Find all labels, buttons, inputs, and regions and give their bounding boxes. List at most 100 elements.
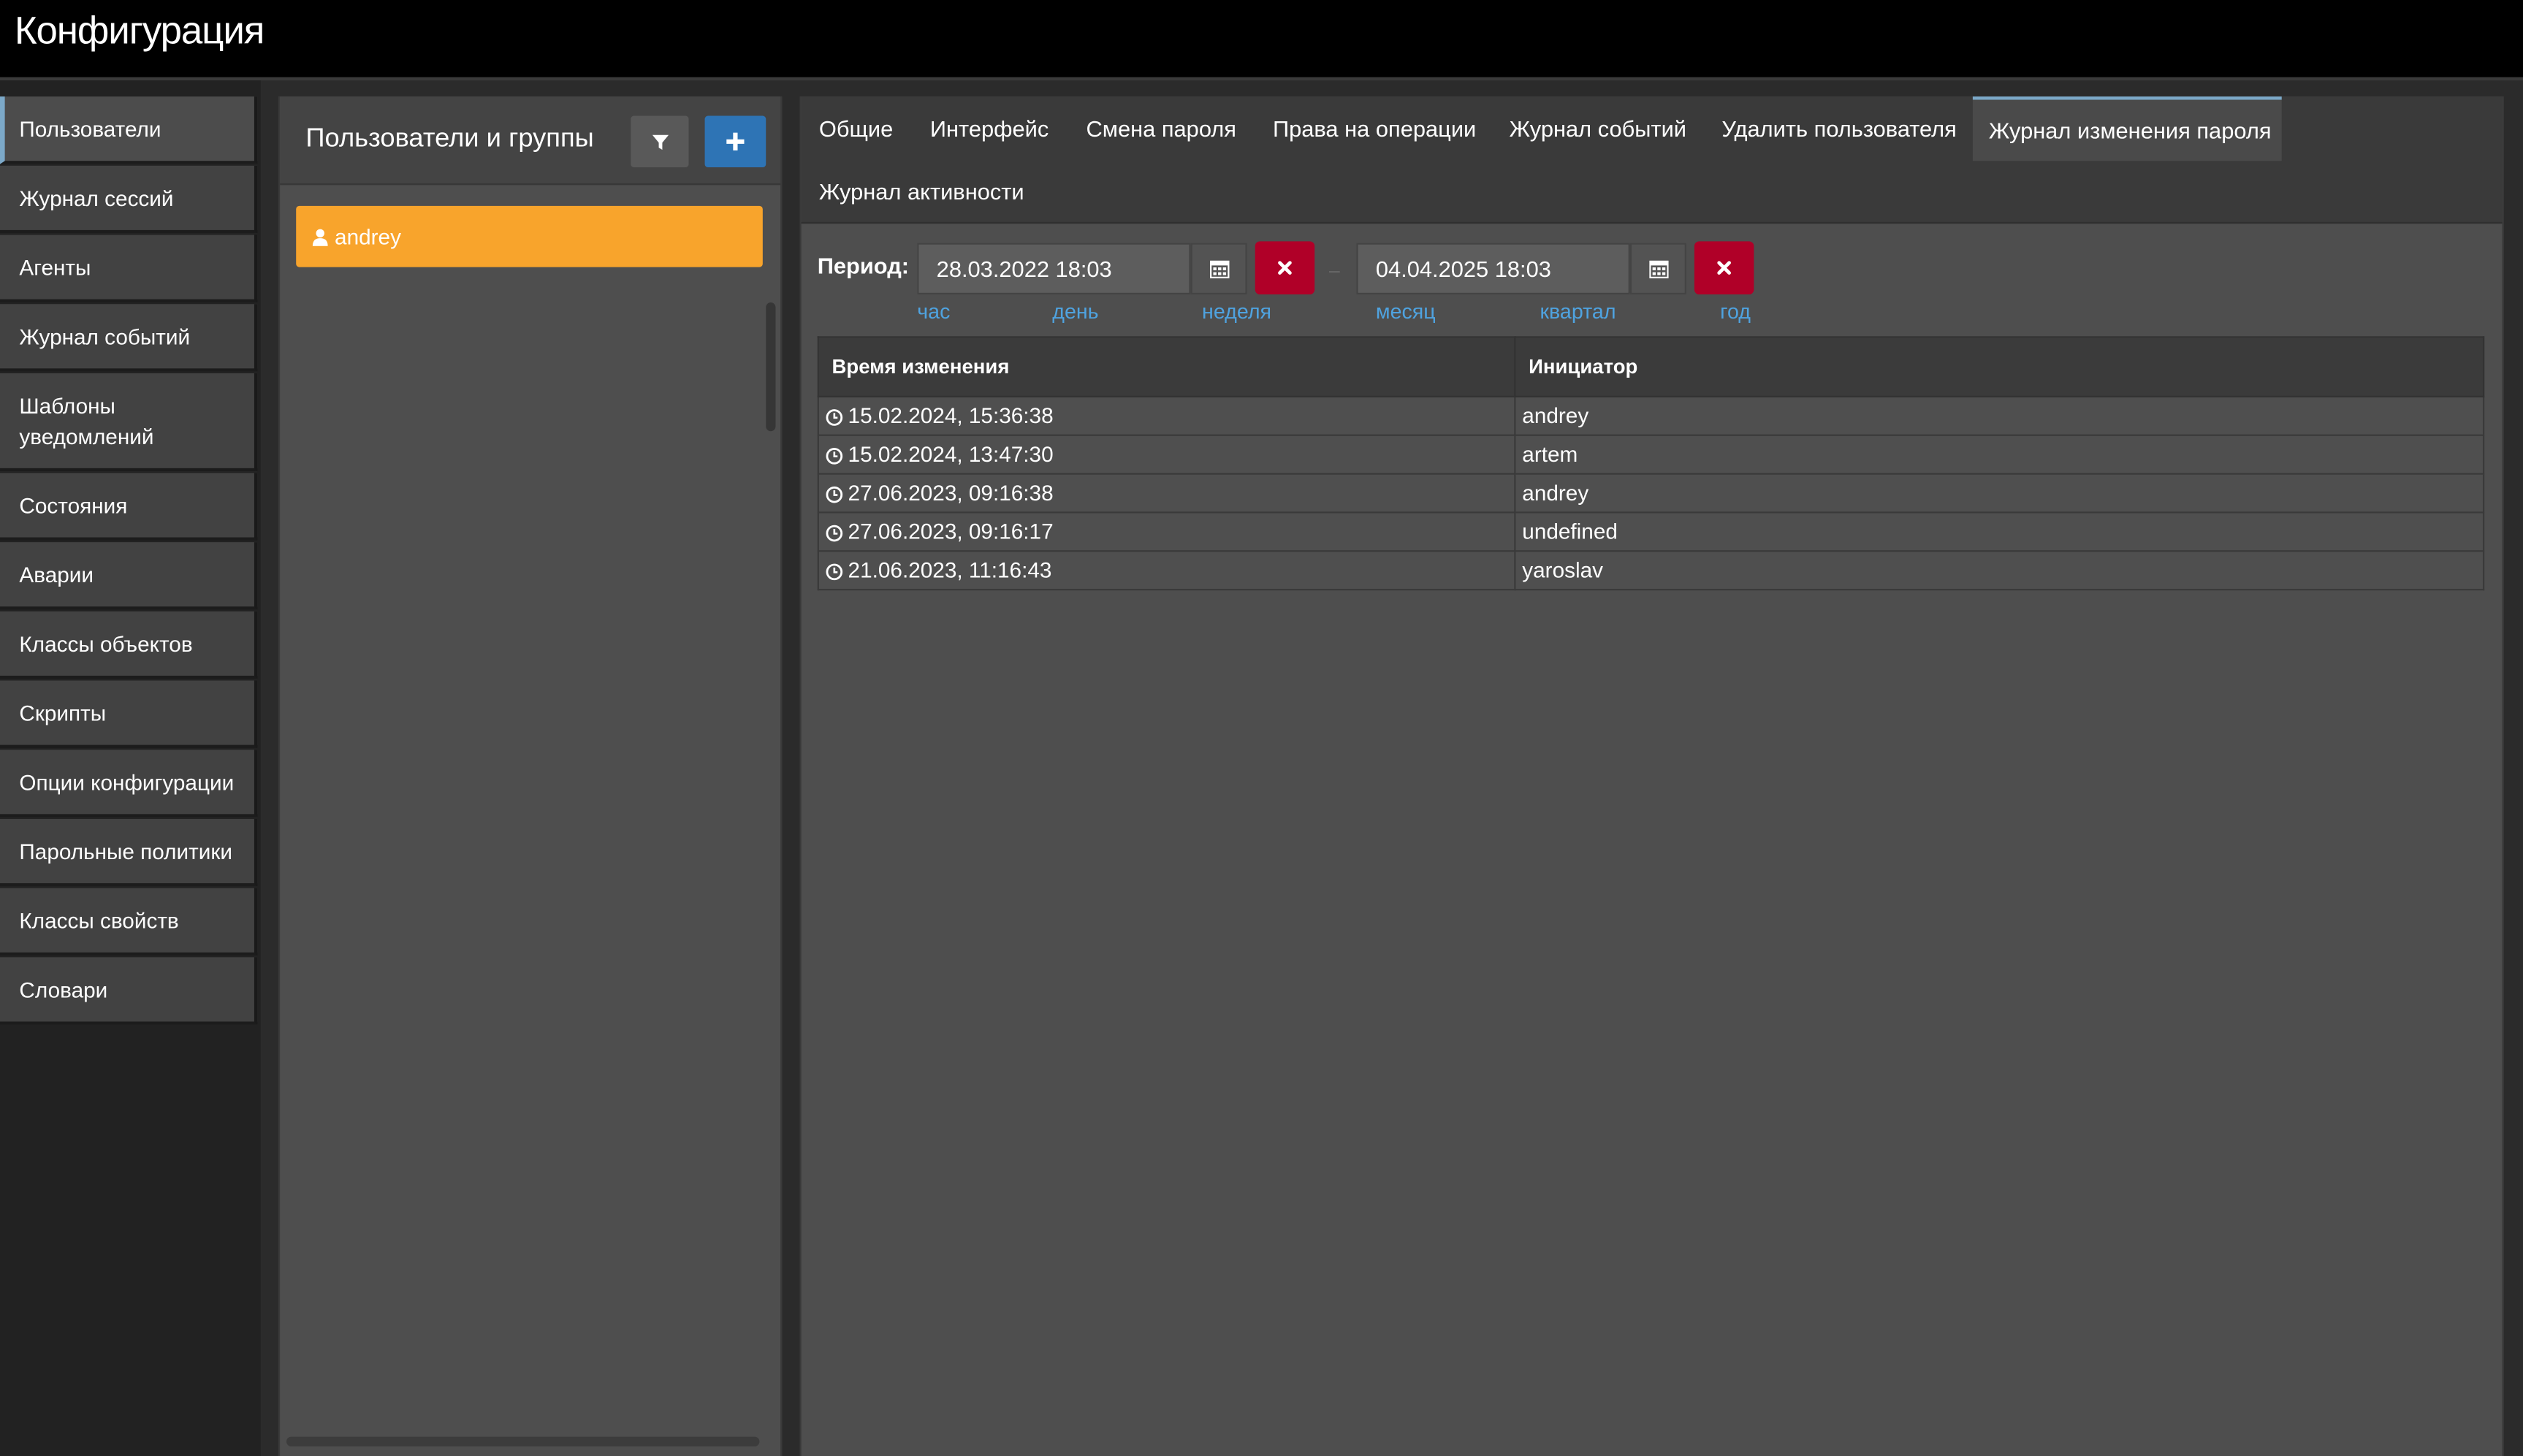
sidebar-item-password-policies[interactable]: Парольные политики <box>0 818 258 887</box>
clock-icon <box>826 448 843 465</box>
close-icon <box>1717 261 1731 275</box>
filter-icon <box>651 134 669 149</box>
tab-operation-rights[interactable]: Права на операции <box>1257 96 1492 161</box>
sidebar-item-label: Аварии <box>19 562 94 587</box>
date-from-input[interactable]: 28.03.2022 18:03 <box>917 243 1191 295</box>
horizontal-scrollbar[interactable] <box>286 1436 760 1447</box>
tab-label: Интерфейс <box>929 115 1049 142</box>
user-list-item[interactable]: andrey <box>296 205 763 267</box>
sidebar-item-label: Скрипты <box>19 701 107 725</box>
date-to-input[interactable]: 04.04.2025 18:03 <box>1356 243 1630 295</box>
change-time-value: 27.06.2023, 09:16:17 <box>848 519 1054 544</box>
tab-label: Удалить пользователя <box>1721 115 1957 142</box>
sidebar-item-dictionaries[interactable]: Словари <box>0 957 258 1025</box>
sidebar-item-label: Опции конфигурации <box>19 769 235 794</box>
change-time-value: 15.02.2024, 15:36:38 <box>848 403 1054 428</box>
tab-delete-user[interactable]: Удалить пользователя <box>1705 96 1973 161</box>
quick-range-day-link[interactable]: день <box>1052 300 1098 324</box>
column-header-change-time[interactable]: Время изменения <box>817 336 1516 397</box>
sidebar-item-notification-templates[interactable]: Шаблоны уведомлений <box>0 373 258 472</box>
sidebar-item-object-classes[interactable]: Классы объектов <box>0 611 258 679</box>
table-row: 21.06.2023, 11:16:43 yaroslav <box>817 550 2485 591</box>
sidebar-item-label: Классы объектов <box>19 631 193 656</box>
quick-range-quarter-link[interactable]: квартал <box>1540 300 1616 324</box>
sidebar-item-agents[interactable]: Агенты <box>0 235 258 303</box>
quick-range-year-link[interactable]: год <box>1720 300 1751 324</box>
sidebar-item-label: Журнал сессий <box>19 186 174 210</box>
sidebar-item-label: Классы свойств <box>19 908 179 933</box>
vertical-scrollbar[interactable] <box>766 302 776 432</box>
calendar-icon <box>1209 260 1229 278</box>
tab-label: Журнал изменения пароля <box>1988 117 2272 143</box>
date-to-clear-button[interactable] <box>1694 241 1754 295</box>
tab-activity-log[interactable]: Журнал активности <box>803 159 1040 224</box>
change-time-cell: 27.06.2023, 09:16:17 <box>817 511 1516 552</box>
date-from-calendar-button[interactable] <box>1190 243 1247 295</box>
password-change-log-table: Время изменения Инициатор 15.02.2024, 15… <box>817 336 2485 591</box>
header-divider <box>0 77 2523 81</box>
close-icon <box>1278 261 1292 275</box>
change-time-cell: 21.06.2023, 11:16:43 <box>817 550 1516 591</box>
sidebar-nav: Пользователи Журнал сессий Агенты Журнал… <box>0 80 261 1456</box>
app-header: Конфигурация <box>0 0 2523 77</box>
app-title: Конфигурация <box>14 9 265 53</box>
change-time-value: 15.02.2024, 13:47:30 <box>848 442 1054 467</box>
calendar-icon <box>1648 260 1668 278</box>
clock-icon <box>826 409 843 426</box>
sidebar-item-label: Агенты <box>19 255 91 280</box>
date-from-clear-button[interactable] <box>1255 241 1315 295</box>
change-time-cell: 27.06.2023, 09:16:38 <box>817 473 1516 514</box>
tab-label: Права на операции <box>1272 115 1477 142</box>
sidebar-item-label: Пользователи <box>19 116 161 141</box>
quick-range-hour-link[interactable]: час <box>917 300 950 324</box>
sidebar-item-session-log[interactable]: Журнал сессий <box>0 165 258 234</box>
users-panel-header: Пользователи и группы <box>280 96 781 186</box>
add-user-button[interactable] <box>704 115 766 168</box>
initiator-cell: andrey <box>1514 395 2485 436</box>
table-row: 15.02.2024, 15:36:38 andrey <box>817 395 2485 436</box>
quick-range-week-link[interactable]: неделя <box>1202 300 1271 324</box>
sidebar-item-event-log[interactable]: Журнал событий <box>0 304 258 372</box>
tabs-bar: Общие Интерфейс Смена пароля Права на оп… <box>801 96 2503 224</box>
tab-event-log[interactable]: Журнал событий <box>1493 96 1702 161</box>
tab-general[interactable]: Общие <box>803 96 909 161</box>
app-root: Конфигурация Пользователи Журнал сессий … <box>0 0 2523 1456</box>
sidebar-item-scripts[interactable]: Скрипты <box>0 680 258 749</box>
user-name: andrey <box>335 224 401 249</box>
range-separator: – <box>1329 259 1340 282</box>
table-row: 27.06.2023, 09:16:17 undefined <box>817 511 2485 552</box>
change-time-cell: 15.02.2024, 15:36:38 <box>817 395 1516 436</box>
quick-range-month-link[interactable]: месяц <box>1376 300 1436 324</box>
table-row: 15.02.2024, 13:47:30 artem <box>817 434 2485 475</box>
initiator-cell: artem <box>1514 434 2485 475</box>
clock-icon <box>826 563 843 581</box>
tab-change-password[interactable]: Смена пароля <box>1070 96 1252 161</box>
filter-button[interactable] <box>631 115 689 168</box>
table-row: 27.06.2023, 09:16:38 andrey <box>817 473 2485 514</box>
tab-label: Журнал событий <box>1509 115 1687 142</box>
plus-icon <box>726 132 745 150</box>
sidebar-item-label: Журнал событий <box>19 324 191 348</box>
sidebar-item-alarms[interactable]: Аварии <box>0 542 258 610</box>
sidebar-item-config-options[interactable]: Опции конфигурации <box>0 750 258 817</box>
sidebar-item-label: Парольные политики <box>19 839 232 864</box>
sidebar-item-label: Состояния <box>19 492 128 518</box>
change-time-value: 21.06.2023, 11:16:43 <box>848 558 1052 583</box>
app-stage: Конфигурация Пользователи Журнал сессий … <box>0 0 2523 1456</box>
table-header-row: Время изменения Инициатор <box>817 336 2485 397</box>
clock-icon <box>826 525 843 542</box>
date-to-calendar-button[interactable] <box>1629 243 1686 295</box>
tab-password-change-log[interactable]: Журнал изменения пароля <box>1972 96 2282 161</box>
change-time-cell: 15.02.2024, 13:47:30 <box>817 434 1516 475</box>
column-header-initiator[interactable]: Инициатор <box>1514 336 2485 397</box>
sidebar-item-label: Словари <box>19 977 108 1002</box>
user-icon <box>312 228 328 245</box>
tab-label: Смена пароля <box>1086 115 1236 142</box>
initiator-cell: andrey <box>1514 473 2485 514</box>
sidebar-item-property-classes[interactable]: Классы свойств <box>0 888 258 956</box>
sidebar-item-states[interactable]: Состояния <box>0 473 258 541</box>
sidebar-item-users[interactable]: Пользователи <box>0 96 258 164</box>
tab-interface[interactable]: Интерфейс <box>914 96 1065 161</box>
clock-icon <box>826 486 843 503</box>
initiator-cell: yaroslav <box>1514 550 2485 591</box>
